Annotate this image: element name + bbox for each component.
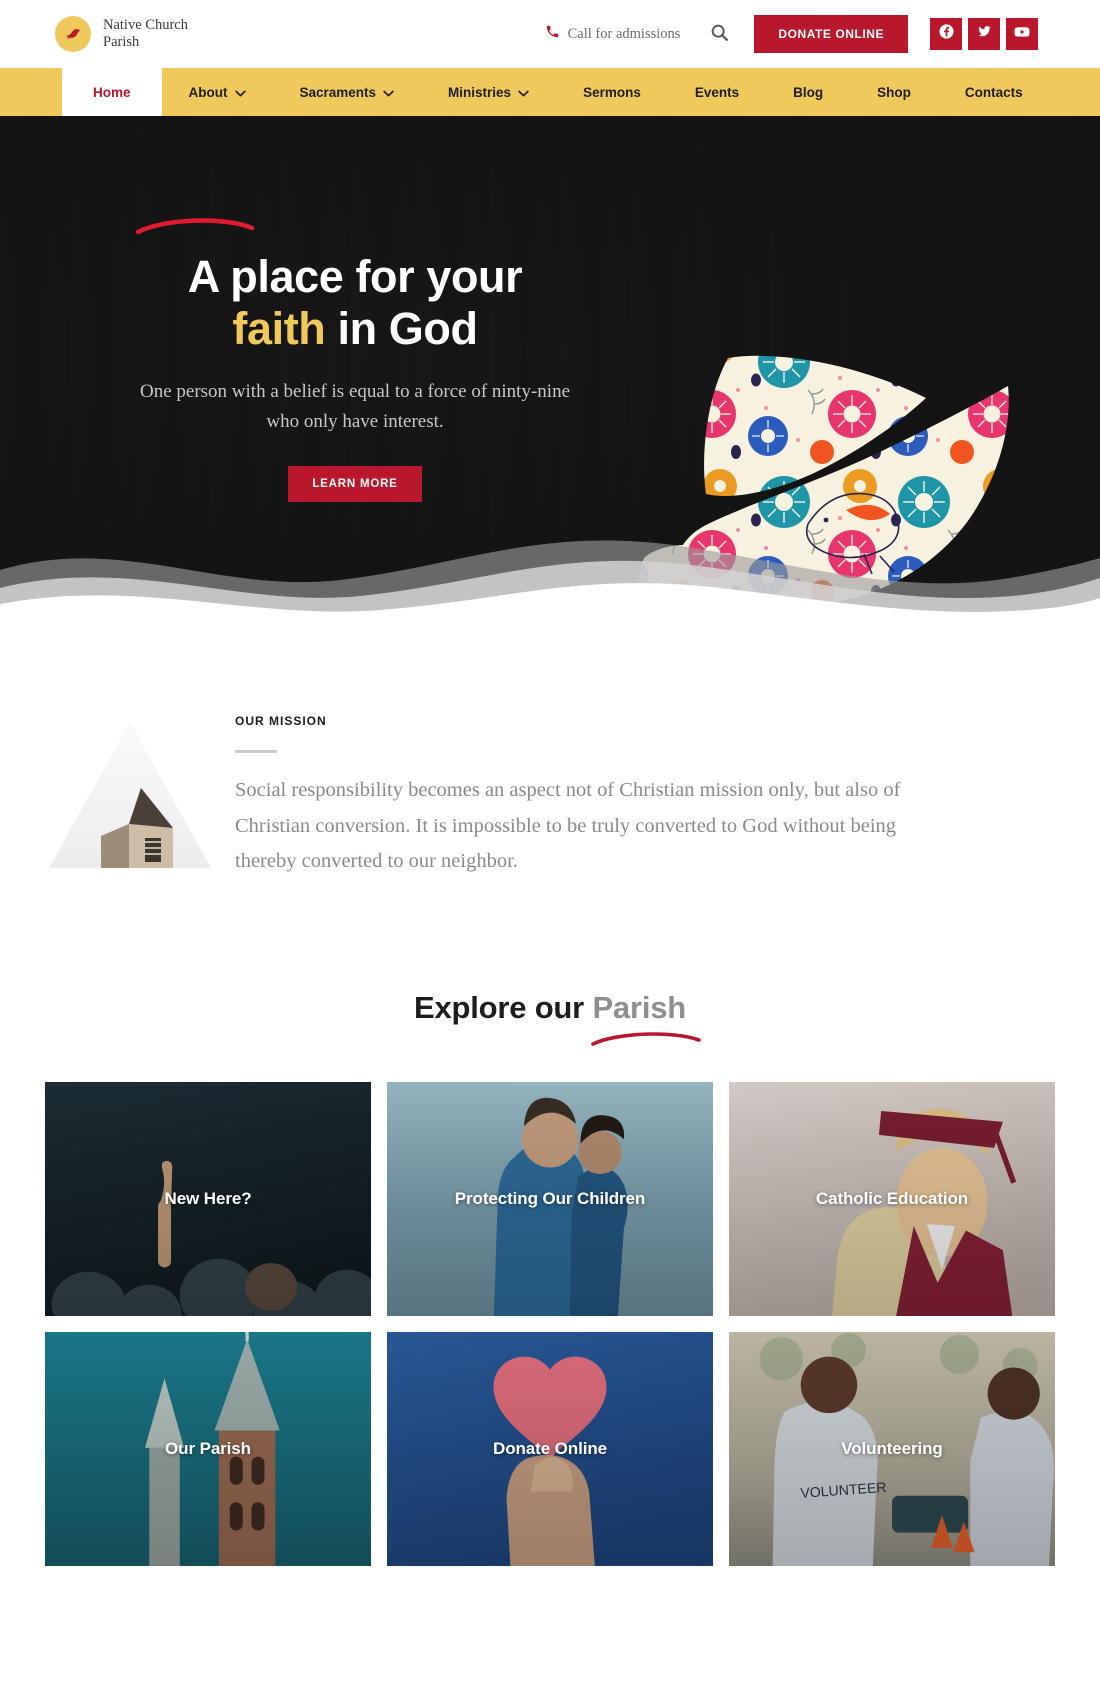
wave-divider <box>0 540 1100 626</box>
call-for-admissions-label: Call for admissions <box>567 25 681 42</box>
hero-underline-swoosh <box>135 218 255 235</box>
nav-item-label: Sermons <box>583 84 641 100</box>
explore-title: Explore our Parish <box>45 989 1055 1046</box>
hero-learn-more-button[interactable]: LEARN MORE <box>288 466 422 503</box>
nav-item-blog[interactable]: Blog <box>766 68 850 116</box>
facebook-icon <box>938 23 955 45</box>
mission-body: OUR MISSION Social responsibility become… <box>215 714 1055 880</box>
hero-title-line1: A place for your <box>187 251 523 302</box>
facebook-link[interactable] <box>930 18 962 50</box>
nav-item-label: Events <box>694 84 740 100</box>
church-photo-triangle <box>45 720 215 870</box>
top-bar: Native Church Parish Call for admissions <box>0 0 1100 68</box>
explore-card-our-parish[interactable]: Our Parish <box>45 1331 371 1566</box>
hero-content: A place for your faith in God One person… <box>45 116 1055 503</box>
social-links <box>930 18 1038 50</box>
explore-card-label: Volunteering <box>841 1438 943 1458</box>
dove-logo-icon <box>55 16 91 52</box>
explore-card-volunteering[interactable]: VOLUNTEERVolunteering <box>729 1331 1055 1566</box>
hero-title-accent: faith <box>232 303 326 355</box>
hero-title: A place for your faith in God <box>135 218 570 355</box>
explore-card-grid: New Here? Protecting Our Children Catholic… <box>45 1081 1055 1566</box>
nav-item-label: Sacraments <box>299 84 377 100</box>
brand-name: Native Church Parish <box>103 16 188 50</box>
youtube-link[interactable] <box>1006 18 1038 50</box>
nav-item-sermons[interactable]: Sermons <box>556 68 668 116</box>
nav-item-ministries[interactable]: Ministries <box>421 68 556 116</box>
explore-card-label: Our Parish <box>165 1438 251 1458</box>
call-for-admissions-link[interactable]: Call for admissions <box>545 24 681 44</box>
nav-item-label: Shop <box>877 84 911 100</box>
twitter-icon <box>976 23 993 45</box>
main-navigation: Home About Sacraments Ministries Sermons Even… <box>0 68 1100 116</box>
explore-title-main: Explore our <box>413 989 593 1025</box>
explore-card-new-here[interactable]: New Here? <box>45 1081 371 1316</box>
page-root: Native Church Parish Call for admissions <box>0 0 1100 1606</box>
donate-online-button[interactable]: DONATE ONLINE <box>754 15 908 53</box>
mission-section: OUR MISSION Social responsibility become… <box>45 626 1055 990</box>
explore-card-label: Donate Online <box>493 1438 607 1458</box>
nav-item-about[interactable]: About <box>162 68 273 116</box>
explore-underline-swoosh <box>591 1032 701 1046</box>
nav-item-label: Home <box>93 84 131 100</box>
mission-kicker: OUR MISSION <box>235 714 327 728</box>
chevron-down-icon <box>383 85 394 100</box>
explore-card-protecting-our-children[interactable]: Protecting Our Children <box>387 1081 713 1316</box>
chevron-down-icon <box>518 85 529 100</box>
explore-card-label: Catholic Education <box>815 1188 969 1208</box>
explore-card-catholic-education[interactable]: Catholic Education <box>729 1081 1055 1316</box>
phone-icon <box>545 24 560 44</box>
nav-item-label: Ministries <box>448 84 512 100</box>
mission-divider <box>235 750 277 753</box>
search-button[interactable] <box>702 17 736 51</box>
nav-item-label: About <box>188 84 228 100</box>
nav-item-contacts[interactable]: Contacts <box>938 68 1050 116</box>
search-icon <box>709 22 730 46</box>
explore-card-donate-online[interactable]: Donate Online <box>387 1331 713 1566</box>
nav-item-label: Blog <box>793 84 824 100</box>
hero-section: A place for your faith in God One person… <box>0 116 1100 626</box>
nav-item-shop[interactable]: Shop <box>850 68 938 116</box>
youtube-icon <box>1013 23 1031 46</box>
hero-title-rest: in God <box>325 303 478 355</box>
nav-item-home[interactable]: Home <box>62 68 162 116</box>
explore-card-label: New Here? <box>164 1188 252 1208</box>
nav-item-label: Contacts <box>964 84 1023 100</box>
twitter-link[interactable] <box>968 18 1000 50</box>
explore-section: Explore our Parish New Here? Protecting O… <box>45 990 1055 1606</box>
explore-card-label: Protecting Our Children <box>454 1188 646 1208</box>
nav-item-sacraments[interactable]: Sacraments <box>273 68 422 116</box>
brand-logo-link[interactable]: Native Church Parish <box>55 16 188 52</box>
chevron-down-icon <box>234 85 246 100</box>
top-bar-right: Call for admissions DONATE ONLINE <box>545 15 1038 53</box>
nav-item-events[interactable]: Events <box>668 68 766 116</box>
mission-text: Social responsibility becomes an aspect … <box>235 779 901 873</box>
hero-subtitle: One person with a belief is equal to a f… <box>140 381 570 432</box>
explore-title-muted: Parish <box>592 989 687 1025</box>
hero-copy: A place for your faith in God One person… <box>135 218 570 503</box>
